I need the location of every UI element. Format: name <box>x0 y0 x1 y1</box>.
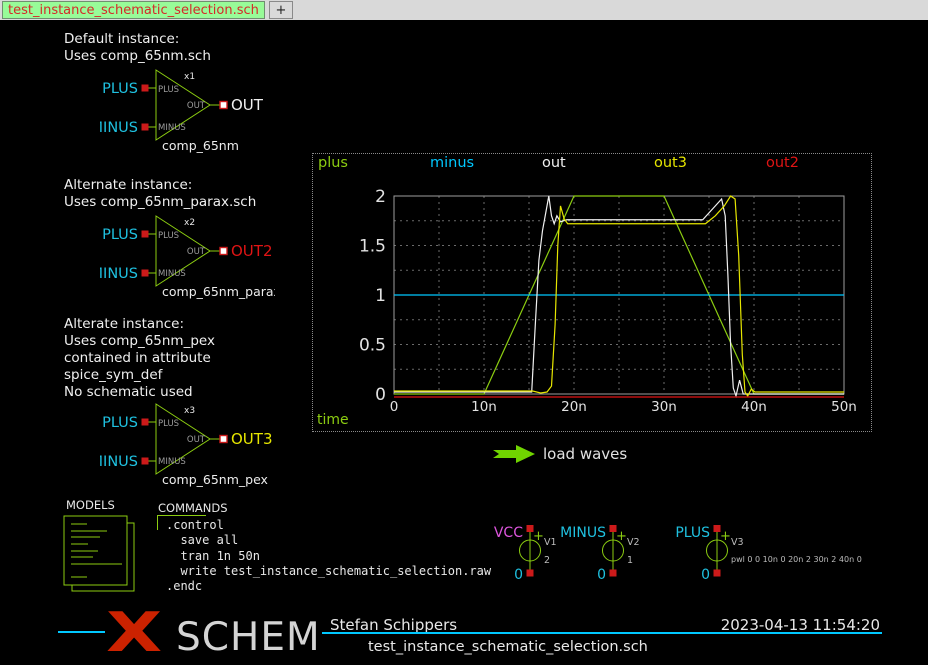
plus-polarity-sign: + <box>720 529 731 544</box>
instance-designator: x1 <box>184 72 195 82</box>
pin-label-plus: PLUS <box>158 85 179 95</box>
x-tick-label: 20n <box>561 399 587 415</box>
plus-pin-box[interactable] <box>142 231 149 238</box>
legend-out3[interactable]: out3 <box>654 155 687 171</box>
net-label-out[interactable]: OUT <box>231 96 264 114</box>
y-tick-label: 1.5 <box>359 237 386 257</box>
schematic-tab-label: test_instance_schematic_selection.sch <box>8 3 259 18</box>
tab-bar: test_instance_schematic_selection.sch + <box>0 0 928 20</box>
pin-label-minus: MINUS <box>158 457 186 467</box>
schematic-canvas[interactable]: Default instance: Uses comp_65nm.sch PLU… <box>0 20 928 665</box>
minus-pin-box[interactable] <box>142 458 149 465</box>
legend-plus[interactable]: plus <box>318 155 348 171</box>
xschem-logo-x: X <box>106 606 162 660</box>
out-pin-box[interactable] <box>220 436 227 443</box>
net-label-minus[interactable]: MINUS <box>100 454 138 470</box>
load-waves-launcher[interactable]: load waves <box>543 445 627 463</box>
symbol-name: comp_65nm_pex <box>162 472 268 487</box>
net-label-minus[interactable]: MINUS <box>560 525 606 541</box>
instance1-heading: Default instance: Uses comp_65nm.sch <box>64 31 211 65</box>
x-tick-label: 0 <box>390 399 399 415</box>
voltage-source-v2[interactable]: MINUS + V2 1 0 <box>543 522 663 584</box>
x-tick-label: 50n <box>831 399 857 415</box>
source-bottom-pin[interactable] <box>610 570 617 577</box>
net-label-plus[interactable]: PLUS <box>102 415 138 431</box>
legend-out2[interactable]: out2 <box>766 155 799 171</box>
spice-commands-text[interactable]: .control save all tran 1n 50n write test… <box>166 518 491 594</box>
gnd-label[interactable]: 0 <box>514 567 523 583</box>
schematic-filename: test_instance_schematic_selection.sch <box>368 639 648 655</box>
schematic-tab[interactable]: test_instance_schematic_selection.sch <box>2 1 265 19</box>
waveform-plot[interactable]: 0 10n 20n 30n 40n 50n 0 0.5 1 1.5 2 <box>313 154 871 431</box>
comparator-instance-x1[interactable]: PLUS MINUS OUT x1 PLUS OUT MINUS comp_65… <box>100 68 275 156</box>
comparator-instance-x3[interactable]: PLUS MINUS OUT3 x3 PLUS OUT MINUS comp_6… <box>100 402 275 490</box>
out-pin-box[interactable] <box>220 248 227 255</box>
waveform-graph[interactable]: plus minus out out3 out2 0 10n 20n 30n 40n 50n 0 0.… <box>312 153 872 432</box>
net-label-plus[interactable]: PLUS <box>102 227 138 243</box>
plus-pin-box[interactable] <box>142 85 149 92</box>
net-label-out3[interactable]: OUT3 <box>231 430 273 448</box>
source-designator: V3 <box>731 537 744 548</box>
net-label-minus[interactable]: MINUS <box>100 266 138 282</box>
legend-minus[interactable]: minus <box>430 155 474 171</box>
source-value: pwl 0 0 10n 0 20n 2 30n 2 40n 0 <box>731 555 862 564</box>
x-axis-label: time <box>317 412 349 428</box>
x-tick-label: 40n <box>741 399 767 415</box>
y-tick-label: 0.5 <box>359 336 386 356</box>
x-tick-label: 10n <box>471 399 497 415</box>
x-tick-label: 30n <box>651 399 677 415</box>
pin-label-out: OUT <box>187 435 206 445</box>
source-bottom-pin[interactable] <box>714 570 721 577</box>
minus-pin-box[interactable] <box>142 270 149 277</box>
comparator-instance-x2[interactable]: PLUS MINUS OUT2 x2 PLUS OUT MINUS comp_6… <box>100 214 275 302</box>
title-block-underline <box>322 632 882 634</box>
net-label-vcc[interactable]: VCC <box>494 525 523 541</box>
pin-label-out: OUT <box>187 101 206 111</box>
source-designator: V2 <box>627 537 640 548</box>
plus-polarity-sign: + <box>616 529 627 544</box>
title-block-line-left <box>58 631 105 633</box>
commands-label: COMMANDS <box>158 501 228 515</box>
net-label-out2[interactable]: OUT2 <box>231 242 273 260</box>
instance-designator: x2 <box>184 218 195 228</box>
pin-label-plus: PLUS <box>158 231 179 241</box>
plus-pin-box[interactable] <box>142 419 149 426</box>
net-label-minus[interactable]: MINUS <box>100 120 138 136</box>
symbol-name: comp_65nm <box>162 138 239 153</box>
voltage-source-v3[interactable]: PLUS + V3 pwl 0 0 10n 0 20n 2 30n 2 40n … <box>647 522 867 584</box>
pin-label-out: OUT <box>187 247 206 257</box>
gnd-label[interactable]: 0 <box>597 567 606 583</box>
legend-out[interactable]: out <box>542 155 566 171</box>
instance-designator: x3 <box>184 406 195 416</box>
models-label: MODELS <box>66 498 115 512</box>
instance2-heading: Alternate instance: Uses comp_65nm_parax… <box>64 177 256 211</box>
net-label-plus[interactable]: PLUS <box>675 525 710 541</box>
models-document-icon[interactable] <box>60 514 144 598</box>
net-label-plus[interactable]: PLUS <box>102 81 138 97</box>
new-tab-button[interactable]: + <box>269 1 293 19</box>
instance3-heading: Alterate instance: Uses comp_65nm_pex co… <box>64 316 215 401</box>
y-tick-label: 1 <box>375 286 386 306</box>
y-tick-label: 2 <box>375 187 386 207</box>
source-value: 1 <box>627 555 633 566</box>
symbol-name: comp_65nm_parax <box>162 284 275 299</box>
source-bottom-pin[interactable] <box>527 570 534 577</box>
y-tick-label: 0 <box>375 385 386 405</box>
pin-label-minus: MINUS <box>158 269 186 279</box>
gnd-label[interactable]: 0 <box>701 567 710 583</box>
pin-label-minus: MINUS <box>158 123 186 133</box>
launcher-arrow-icon[interactable] <box>493 444 539 464</box>
pin-label-plus: PLUS <box>158 419 179 429</box>
out-pin-box[interactable] <box>220 102 227 109</box>
xschem-logo-text: SCHEM <box>176 618 321 657</box>
minus-pin-box[interactable] <box>142 124 149 131</box>
